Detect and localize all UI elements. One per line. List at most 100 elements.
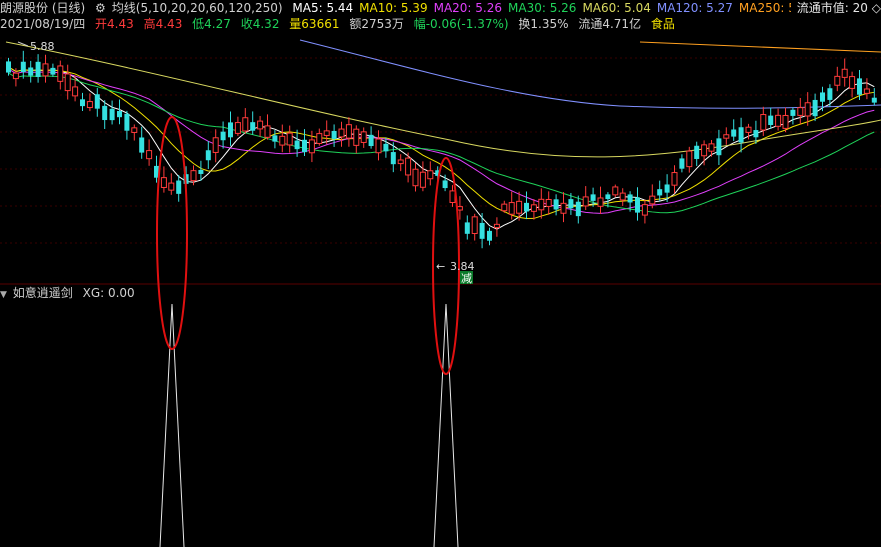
candle-down (331, 130, 337, 139)
ma250-line (639, 41, 881, 53)
candle-down (568, 199, 574, 209)
candle-up (308, 139, 315, 154)
candle-down (35, 61, 41, 77)
candle-down (124, 113, 130, 131)
candle-down (250, 122, 256, 131)
candle-up (597, 197, 604, 207)
candle-up (545, 198, 552, 207)
candle-down (790, 109, 796, 116)
candle-up (456, 206, 463, 211)
highlight-circle (156, 116, 188, 350)
ma60-line (5, 41, 881, 158)
candle-up (471, 216, 478, 234)
reduce-tag: 减 (460, 271, 473, 285)
candle-up (42, 63, 49, 77)
candle-up (449, 190, 456, 204)
candle-down (738, 127, 744, 143)
candle-down (50, 67, 56, 75)
ma-label-2: MA20: 5.26 (433, 1, 503, 15)
candle-up (804, 102, 811, 117)
candle-up (160, 177, 167, 188)
candle-up (560, 202, 567, 214)
candle-up (538, 198, 545, 211)
candle-down (731, 129, 737, 137)
candle-up (782, 114, 789, 129)
candle-up (834, 75, 841, 86)
open-price: 开4.43 (95, 17, 134, 31)
ma-label-0: MA5: 5.44 (292, 1, 354, 15)
sector[interactable]: 食品 (651, 16, 675, 33)
stock-name[interactable]: 朗源股份 (日线) (0, 0, 85, 17)
candle-down (575, 201, 581, 217)
chart-canvas[interactable]: 5.88 ← 3.84 减 (0, 0, 881, 547)
candlesticks (6, 50, 877, 249)
candle-down (94, 94, 100, 109)
candle-up (323, 130, 330, 136)
candle-down (871, 97, 877, 103)
candle-up (64, 73, 71, 92)
candle-up (501, 203, 508, 212)
candle-down (812, 99, 818, 117)
candle-down (694, 145, 700, 159)
candle-up (57, 65, 64, 82)
candle-down (109, 108, 115, 121)
settings-icon[interactable]: ⚙ (95, 0, 106, 17)
candle-down (6, 61, 11, 73)
chevron-diamond-icon[interactable]: ◇ (872, 1, 881, 15)
ma-label-1: MA10: 5.39 (359, 1, 428, 15)
candle-up (723, 134, 730, 139)
candle-down (302, 139, 307, 153)
signal-spike (433, 303, 459, 547)
ma20-line (8, 68, 875, 214)
candle-up (641, 204, 648, 216)
candle-up (701, 144, 708, 157)
candle-up (212, 137, 219, 153)
indicator-header: ▼ 如意逍遥剑 XG: 0.00 (0, 285, 881, 301)
candle-up (12, 72, 19, 80)
candle-down (272, 135, 278, 142)
candle-up (612, 186, 619, 196)
candle-down (524, 202, 529, 212)
candle-down (605, 194, 611, 200)
collapse-icon[interactable]: ▼ (0, 290, 7, 300)
candle-up (493, 223, 500, 229)
candle-up (797, 107, 804, 116)
amount: 额2753万 (349, 17, 404, 31)
indicator-title[interactable]: 如意逍遥剑 (13, 285, 73, 301)
close-price: 收4.32 (240, 17, 280, 31)
market-cap[interactable]: 流通市值: 20 ◇ (790, 0, 881, 17)
candle-up (131, 127, 138, 133)
ma-label-5: MA120: 5.27 (656, 1, 733, 15)
candle-down (294, 140, 300, 150)
candle-down (716, 138, 722, 156)
candle-down (442, 180, 448, 189)
candle-down (368, 134, 374, 147)
candle-up (316, 133, 323, 144)
candle-down (679, 158, 685, 169)
candle-up (419, 171, 426, 188)
candle-up (338, 128, 345, 138)
candle-down (205, 150, 211, 161)
candle-down (857, 78, 862, 95)
high-price-label: 5.88 (30, 40, 55, 53)
candle-up (375, 138, 382, 154)
candle-up (649, 195, 656, 205)
candle-down (20, 61, 26, 73)
candle-down (198, 169, 204, 174)
indicator-spikes (159, 303, 459, 547)
candle-down (479, 222, 485, 239)
reduce-tag-text: 减 (461, 272, 472, 285)
candle-down (553, 199, 559, 210)
turnover: 换1.35% (518, 17, 569, 31)
low-price: 低4.27 (192, 17, 231, 31)
header-row-1: 朗源股份 (日线) ⚙ 均线(5,10,20,20,60,120,250) MA5… (0, 0, 881, 17)
ma-title[interactable]: 均线(5,10,20,20,60,120,250) (112, 0, 283, 17)
candle-down (139, 137, 145, 153)
candle-down (627, 194, 633, 203)
candle-down (635, 197, 640, 213)
candle-down (80, 99, 85, 107)
candle-up (849, 76, 856, 89)
candle-down (28, 67, 34, 76)
candle-down (117, 110, 122, 118)
candle-down (464, 222, 470, 234)
